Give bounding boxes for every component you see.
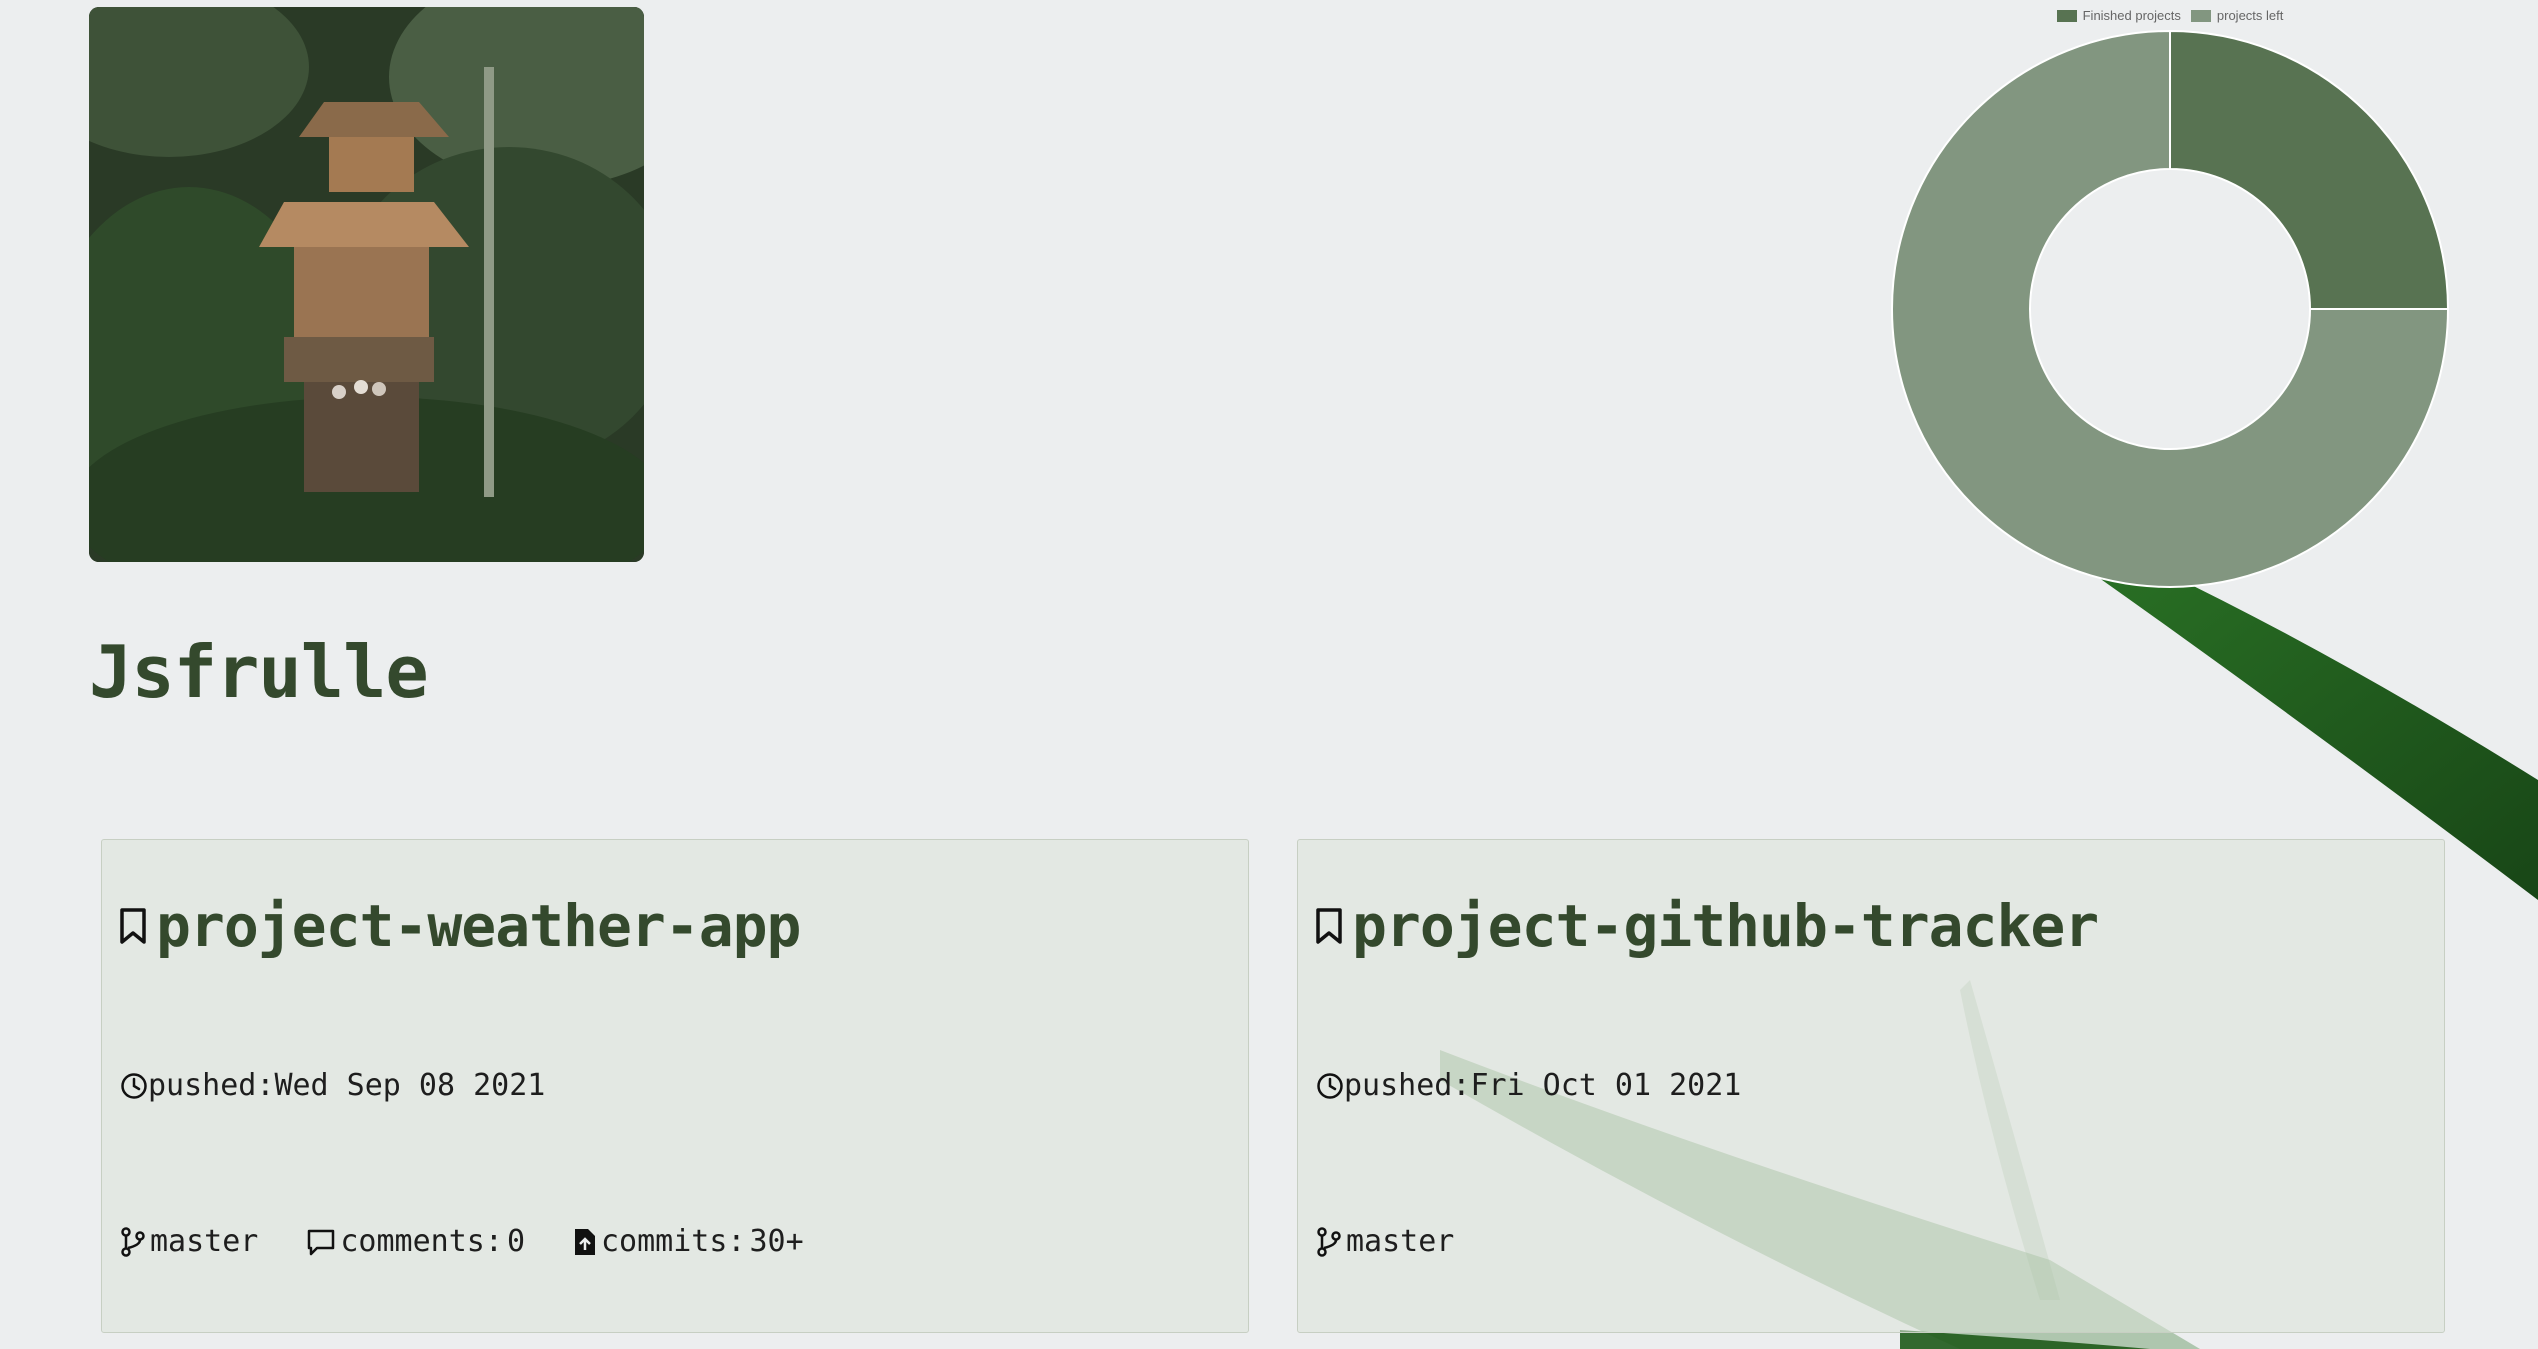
commits-count: 30+ (749, 1224, 804, 1259)
branch-item: master (1316, 1224, 1454, 1259)
doughnut-slice-0[interactable] (2169, 29, 2450, 310)
comment-icon (306, 1228, 336, 1256)
pushed-label: pushed: (148, 1068, 275, 1103)
pushed-date: Fri Oct 01 2021 (1470, 1068, 1742, 1103)
git-branch-icon (1316, 1226, 1342, 1257)
meta-row: master (1316, 1224, 1454, 1259)
pushed-row: pushed: Wed Sep 08 2021 (120, 1068, 545, 1103)
pushed-row: pushed: Fri Oct 01 2021 (1316, 1068, 1741, 1103)
bookmark-icon (118, 907, 148, 945)
file-upload-icon (573, 1227, 597, 1257)
commits-label: commits: (601, 1224, 746, 1259)
meta-row: master comments: 0 commits: 30+ (120, 1224, 804, 1259)
branch-item: master (120, 1224, 258, 1259)
git-branch-icon (120, 1226, 146, 1257)
comments-count: 0 (506, 1224, 525, 1259)
project-card-github-tracker: project-github-tracker pushed: Fri Oct 0… (1297, 839, 2445, 1333)
clock-icon (1316, 1072, 1344, 1100)
profile-username: Jsfrulle (89, 630, 429, 714)
project-name-link[interactable]: project-github-tracker (1352, 892, 2099, 960)
projects-doughnut-chart: Finished projects projects left (1880, 0, 2460, 600)
comments-label: comments: (340, 1224, 503, 1259)
branch-name: master (1346, 1224, 1455, 1259)
commits-item: commits: 30+ (573, 1224, 804, 1259)
clock-icon (120, 1072, 148, 1100)
pushed-label: pushed: (1344, 1068, 1471, 1103)
project-name-link[interactable]: project-weather-app (156, 892, 801, 960)
project-title: project-weather-app (118, 892, 801, 960)
comments-item: comments: 0 (306, 1224, 525, 1259)
profile-photo (89, 7, 644, 562)
branch-name: master (150, 1224, 259, 1259)
bookmark-icon (1314, 907, 1344, 945)
doughnut-svg (1891, 29, 2450, 588)
pushed-date: Wed Sep 08 2021 (274, 1068, 546, 1103)
project-title: project-github-tracker (1314, 892, 2099, 960)
project-card-weather-app: project-weather-app pushed: Wed Sep 08 2… (101, 839, 1249, 1333)
